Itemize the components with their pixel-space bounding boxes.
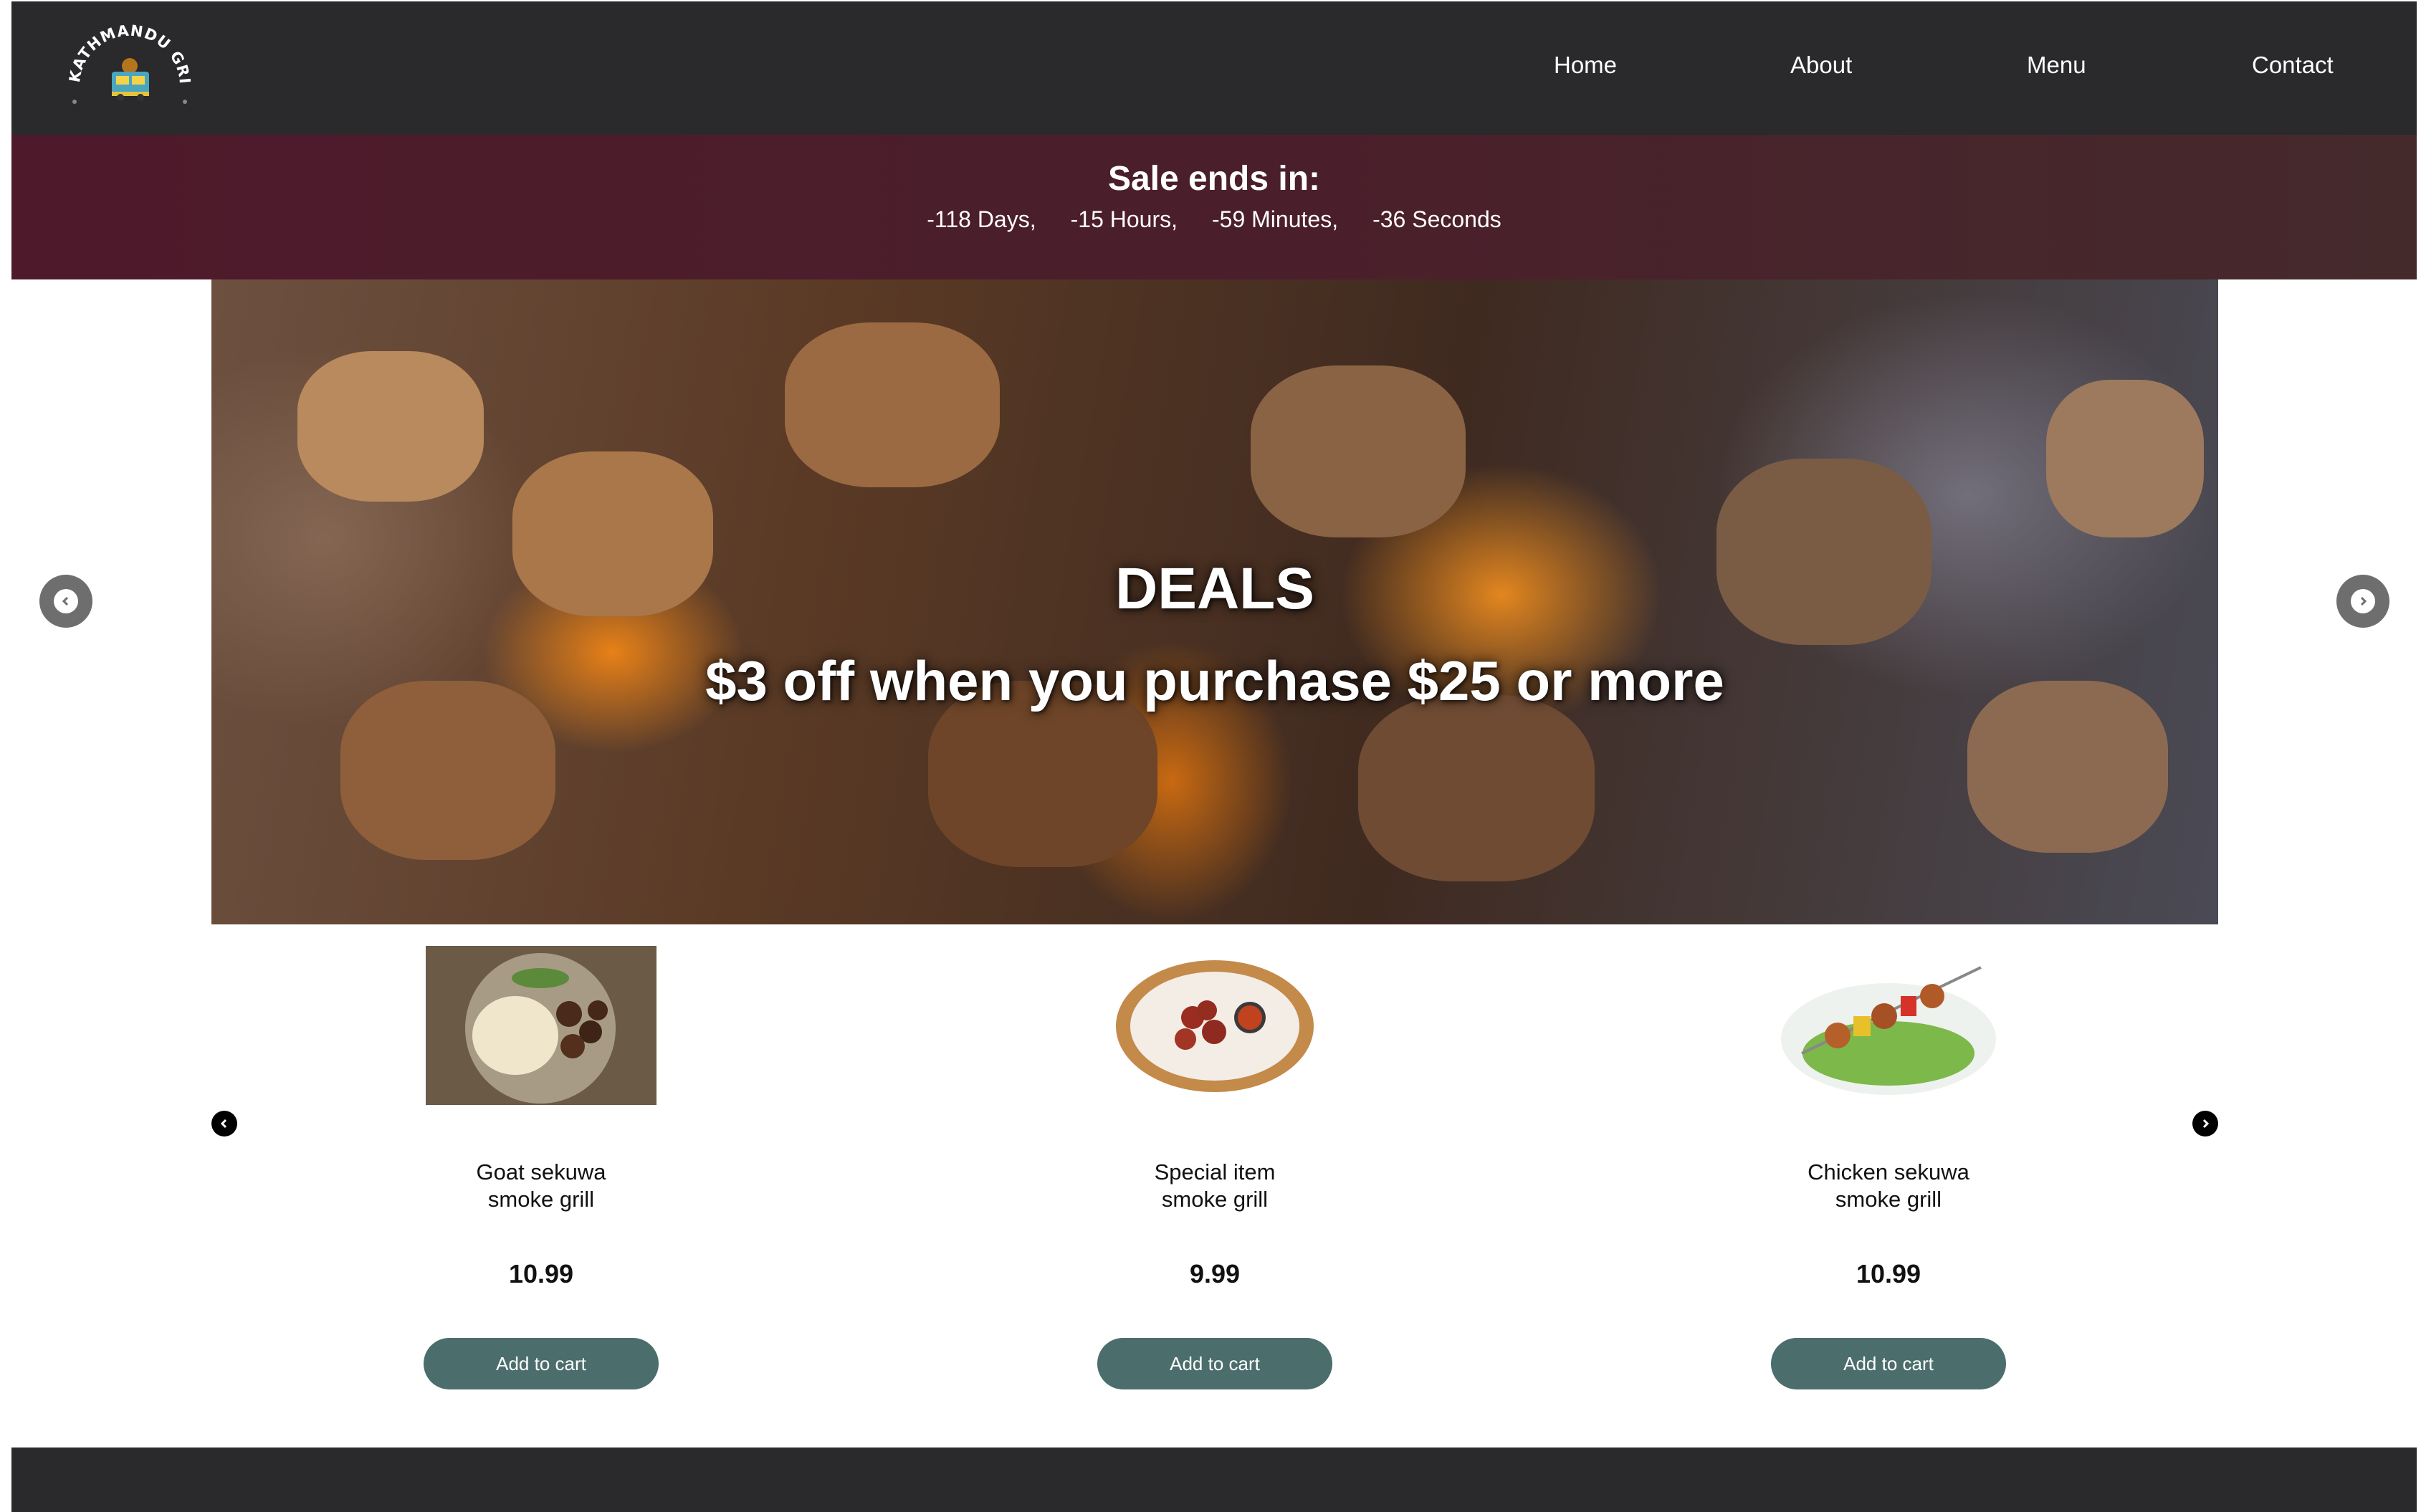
nav-home-link[interactable]: Home xyxy=(1554,52,1617,79)
nav-about-link[interactable]: About xyxy=(1790,52,1852,79)
product-price: 10.99 xyxy=(508,1259,574,1288)
grill-meat-decoration xyxy=(297,351,484,502)
product-name: Chicken sekuwa smoke grill xyxy=(1808,1159,1969,1212)
product-card: Special item smoke grill 9.99 Add to car… xyxy=(1028,946,1401,1389)
hero-carousel-slide: DEALS $3 off when you purchase $25 or mo… xyxy=(211,279,2218,924)
footer xyxy=(11,1448,2417,1512)
chicken-sekuwa-image[interactable] xyxy=(1773,946,2004,1105)
products-prev-button[interactable] xyxy=(211,1111,237,1137)
grill-meat-decoration xyxy=(1358,695,1595,881)
chevron-left-icon xyxy=(220,1119,227,1129)
chevron-right-icon xyxy=(2351,589,2375,613)
product-name: Goat sekuwa smoke grill xyxy=(476,1159,606,1212)
nav-contact-link[interactable]: Contact xyxy=(2252,52,2334,79)
hero-subtitle: $3 off when you purchase $25 or more xyxy=(705,649,1724,712)
grill-meat-decoration xyxy=(785,322,1000,487)
add-to-cart-button[interactable]: Add to cart xyxy=(424,1338,659,1389)
sale-countdown: -118 Days, -15 Hours, -59 Minutes, -36 S… xyxy=(11,206,2417,233)
product-card: Chicken sekuwa smoke grill 10.99 Add to … xyxy=(1702,946,2075,1389)
add-to-cart-button[interactable]: Add to cart xyxy=(1097,1338,1332,1389)
hero-prev-button[interactable] xyxy=(39,575,92,628)
grill-meat-decoration xyxy=(2046,380,2204,537)
countdown-days: -118 Days, xyxy=(927,206,1036,232)
chevron-left-icon xyxy=(54,589,78,613)
product-name: Special item smoke grill xyxy=(1154,1159,1276,1212)
special-item-image[interactable] xyxy=(1099,946,1330,1105)
navbar: KATHMANDU GRILLS Home About Menu Contact xyxy=(11,1,2417,135)
hero-title: DEALS xyxy=(1115,556,1314,621)
grill-meat-decoration xyxy=(1251,365,1466,537)
countdown-minutes: -59 Minutes, xyxy=(1212,206,1339,232)
add-to-cart-button[interactable]: Add to cart xyxy=(1771,1338,2006,1389)
product-price: 10.99 xyxy=(1856,1259,1921,1288)
sale-banner: Sale ends in: -118 Days, -15 Hours, -59 … xyxy=(11,135,2417,279)
chevron-right-icon xyxy=(2202,1119,2210,1129)
products-next-button[interactable] xyxy=(2192,1111,2218,1137)
product-price: 9.99 xyxy=(1189,1259,1241,1288)
product-card: Goat sekuwa smoke grill 10.99 Add to car… xyxy=(355,946,727,1389)
hero-next-button[interactable] xyxy=(2336,575,2389,628)
countdown-seconds: -36 Seconds xyxy=(1372,206,1501,232)
nav-menu-link[interactable]: Menu xyxy=(2027,52,2086,79)
sale-title: Sale ends in: xyxy=(1107,160,1321,198)
product-carousel: Goat sekuwa smoke grill 10.99 Add to car… xyxy=(211,946,2218,1419)
goat-sekuwa-image[interactable] xyxy=(426,946,656,1105)
kathmandu-grills-logo[interactable]: KATHMANDU GRILLS xyxy=(62,21,198,115)
nav-links: Home About Menu Contact xyxy=(1413,1,2417,135)
countdown-hours: -15 Hours, xyxy=(1070,206,1178,232)
